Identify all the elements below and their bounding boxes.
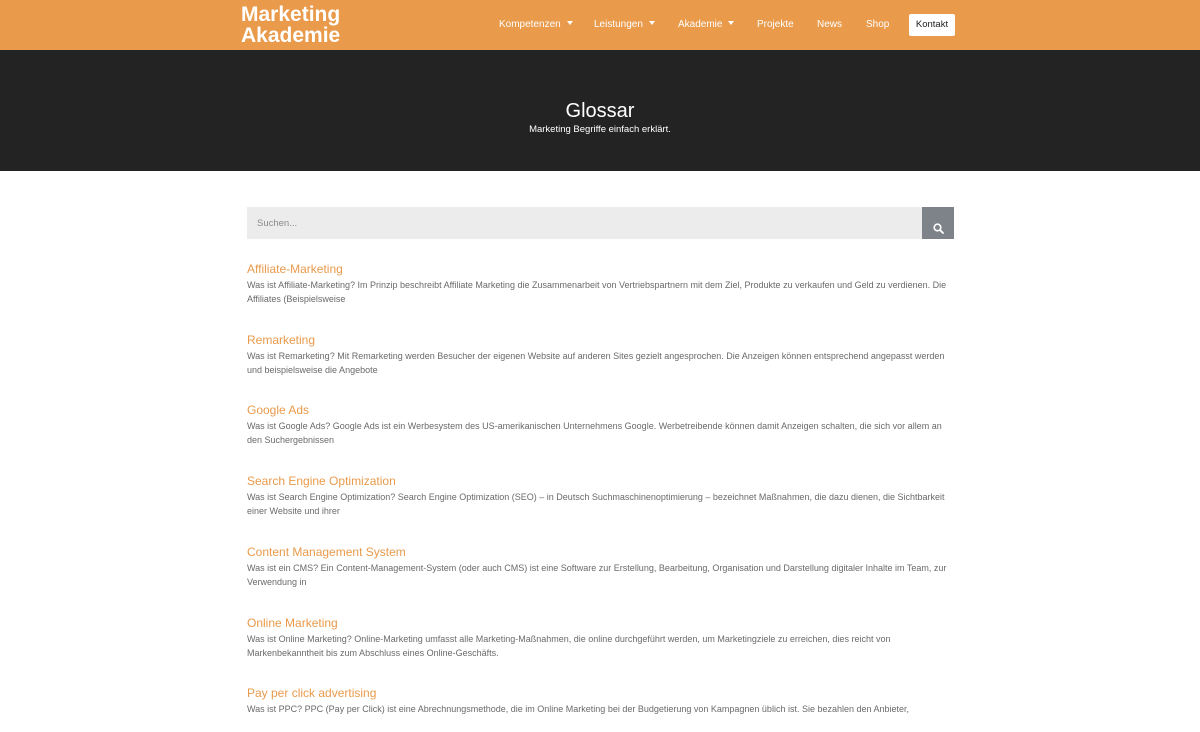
glossary-entry-excerpt: Was ist Google Ads? Google Ads ist ein W… bbox=[247, 421, 942, 445]
glossary-entry-excerpt: Was ist ein CMS? Ein Content-Management-… bbox=[247, 563, 947, 587]
glossary-entry: Search Engine Optimization Was ist Searc… bbox=[247, 472, 957, 518]
nav-item-news[interactable]: News bbox=[817, 18, 842, 32]
glossary-entry-excerpt: Was ist PPC? PPC (Pay per Click) ist ein… bbox=[247, 704, 910, 714]
glossary-entry: Pay per click advertising Was ist PPC? P… bbox=[247, 684, 957, 717]
glossary-entry-title[interactable]: Remarketing bbox=[247, 333, 315, 347]
nav-item-shop[interactable]: Shop bbox=[866, 18, 889, 32]
glossary-entry-title[interactable]: Search Engine Optimization bbox=[247, 474, 396, 488]
nav-label: Akademie bbox=[678, 19, 723, 30]
page-subtitle: Marketing Begriffe einfach erklärt. bbox=[529, 124, 671, 135]
nav-label: Shop bbox=[866, 19, 890, 30]
search-icon bbox=[932, 222, 944, 234]
kontakt-button[interactable]: Kontakt bbox=[909, 14, 955, 36]
search-button[interactable] bbox=[922, 207, 954, 239]
search-form bbox=[247, 207, 954, 239]
glossary-entry-title[interactable]: Content Management System bbox=[247, 545, 406, 559]
search-input[interactable] bbox=[247, 207, 922, 239]
glossary-entry-excerpt: Was ist Remarketing? Mit Remarketing wer… bbox=[247, 351, 945, 375]
glossary-entry: Affiliate-Marketing Was ist Affiliate-Ma… bbox=[247, 260, 957, 306]
glossary-entry: Online Marketing Was ist Online Marketin… bbox=[247, 614, 957, 660]
page-title: Glossar bbox=[565, 100, 635, 122]
hero-banner: Glossar Marketing Begriffe einfach erklä… bbox=[0, 50, 1200, 171]
nav-label: Kompetenzen bbox=[499, 19, 561, 30]
caret-down-icon bbox=[648, 21, 655, 26]
caret-down-icon bbox=[728, 21, 735, 26]
main-navigation: Kompetenzen Leistungen Akademie Projekte… bbox=[0, 0, 1200, 50]
glossary-entry-title[interactable]: Affiliate-Marketing bbox=[247, 262, 343, 276]
glossary-entry-title[interactable]: Online Marketing bbox=[247, 616, 338, 630]
glossary-entry: Remarketing Was ist Remarketing? Mit Rem… bbox=[247, 331, 957, 377]
glossary-entry-title[interactable]: Google Ads bbox=[247, 403, 309, 417]
nav-item-projekte[interactable]: Projekte bbox=[757, 18, 794, 32]
glossary-entry-excerpt: Was ist Search Engine Optimization? Sear… bbox=[247, 492, 945, 516]
glossary-entry-excerpt: Was ist Online Marketing? Online-Marketi… bbox=[247, 634, 891, 658]
glossary-entry-excerpt: Was ist Affiliate-Marketing? Im Prinzip … bbox=[247, 280, 947, 304]
nav-label: Leistungen bbox=[594, 19, 643, 30]
nav-item-leistungen[interactable]: Leistungen bbox=[594, 18, 655, 32]
nav-item-kompetenzen[interactable]: Kompetenzen bbox=[499, 18, 573, 32]
glossary-entry: Content Management System Was ist ein CM… bbox=[247, 543, 957, 589]
nav-item-akademie[interactable]: Akademie bbox=[678, 18, 735, 32]
glossary-entry-title[interactable]: Pay per click advertising bbox=[247, 686, 376, 700]
nav-label: Projekte bbox=[757, 19, 794, 30]
caret-down-icon bbox=[566, 21, 573, 26]
glossary-entry: Google Ads Was ist Google Ads? Google Ad… bbox=[247, 401, 957, 447]
site-header: Marketing Akademie Kompetenzen Leistunge… bbox=[0, 0, 1200, 50]
nav-label: News bbox=[817, 19, 843, 30]
